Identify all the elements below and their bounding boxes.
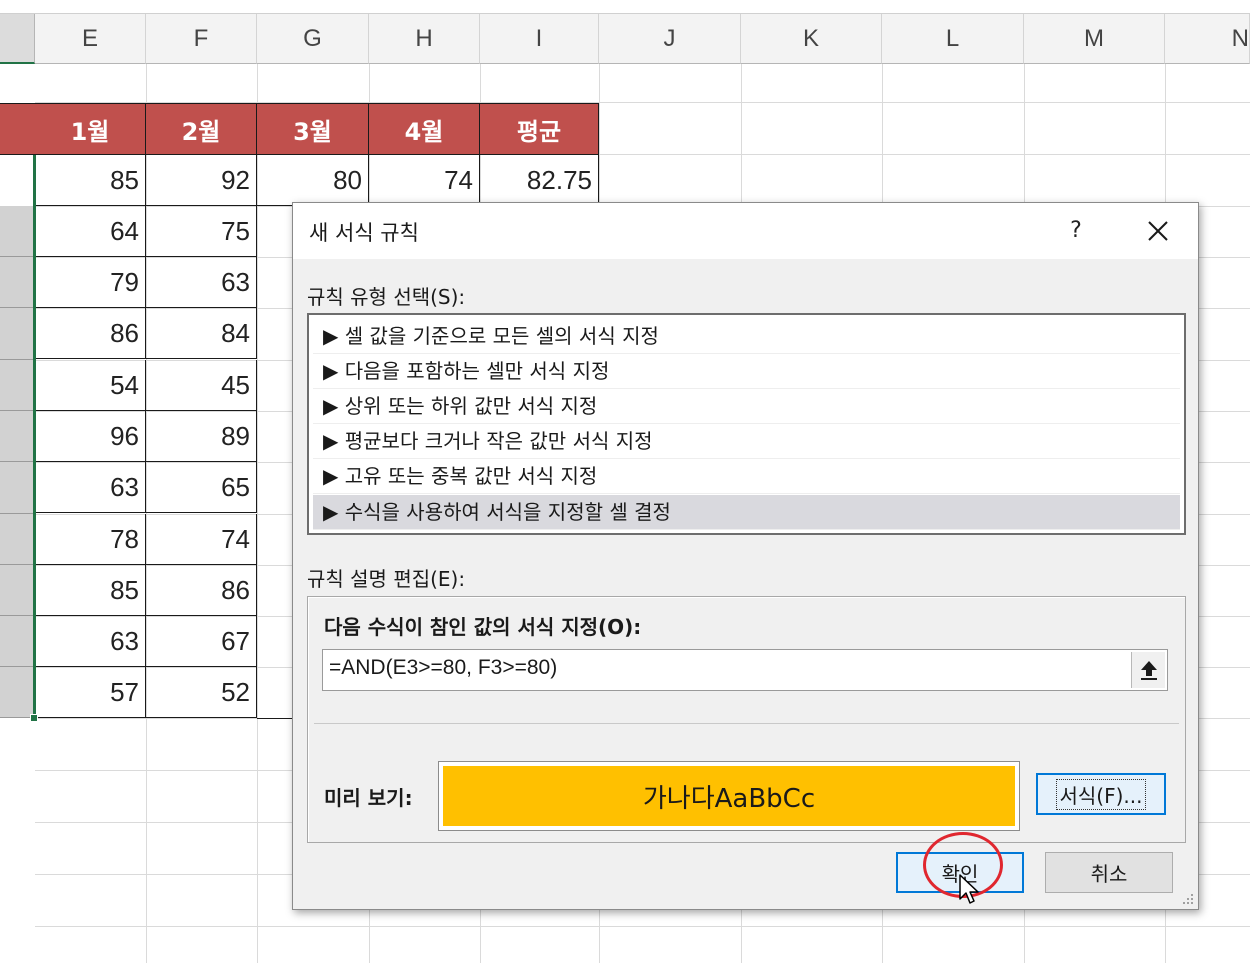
column-header-k[interactable]: K (741, 14, 882, 64)
column-header-g[interactable]: G (257, 14, 369, 64)
table-cell[interactable]: 74 (146, 514, 257, 565)
table-cell[interactable]: 82.75 (480, 155, 599, 206)
row-header[interactable] (0, 411, 34, 462)
preview-sample: 가나다AaBbCc (443, 766, 1015, 826)
column-header-h[interactable]: H (369, 14, 480, 64)
rule-type-item[interactable]: ▶ 평균보다 크거나 작은 값만 서식 지정 (313, 424, 1180, 459)
row-header[interactable] (0, 514, 34, 565)
new-formatting-rule-dialog: 새 서식 규칙 ? 규칙 유형 선택(S): ▶ 셀 값을 기준으로 모든 셀의… (292, 202, 1199, 910)
table-cell[interactable]: 63 (35, 616, 146, 667)
table-cell-occluded (257, 206, 297, 719)
table-header-cell[interactable]: 평균 (480, 103, 599, 155)
rule-type-item[interactable]: ▶ 셀 값을 기준으로 모든 셀의 서식 지정 (313, 319, 1180, 354)
rule-type-item[interactable]: ▶ 상위 또는 하위 값만 서식 지정 (313, 389, 1180, 424)
fill-handle[interactable] (30, 714, 38, 722)
rule-type-label: 규칙 유형 선택(S): (307, 285, 466, 309)
table-cell[interactable]: 74 (369, 155, 480, 206)
format-button[interactable]: 서식(F)... (1036, 773, 1166, 815)
collapse-dialog-button[interactable] (1131, 652, 1165, 688)
table-cell[interactable]: 85 (35, 565, 146, 616)
table-cell[interactable]: 67 (146, 616, 257, 667)
dialog-titlebar[interactable]: 새 서식 규칙 ? (293, 203, 1198, 259)
rule-description-panel: 다음 수식이 참인 값의 서식 지정(O): =AND(E3>=80, F3>=… (307, 596, 1186, 843)
table-cell[interactable]: 78 (35, 514, 146, 565)
table-cell[interactable]: 57 (35, 667, 146, 718)
column-header-e[interactable]: E (35, 14, 146, 64)
separator (314, 723, 1179, 724)
table-cell[interactable]: 96 (35, 411, 146, 462)
rule-type-list[interactable]: ▶ 셀 값을 기준으로 모든 셀의 서식 지정 ▶ 다음을 포함하는 셀만 서식… (307, 313, 1186, 535)
rule-type-item[interactable]: ▶ 다음을 포함하는 셀만 서식 지정 (313, 354, 1180, 389)
row-header[interactable] (0, 462, 34, 514)
table-cell[interactable]: 86 (146, 565, 257, 616)
column-header-i[interactable]: I (480, 14, 599, 64)
table-cell[interactable]: 65 (146, 462, 257, 513)
dialog-title: 새 서식 규칙 (309, 221, 419, 245)
table-header-cell[interactable]: 2월 (146, 103, 257, 155)
table-cell[interactable]: 89 (146, 411, 257, 462)
rule-description-label: 규칙 설명 편집(E): (307, 567, 466, 591)
table-header-cell[interactable]: 3월 (257, 103, 369, 155)
rule-type-item[interactable]: ▶ 고유 또는 중복 값만 서식 지정 (313, 459, 1180, 494)
preview-label: 미리 보기: (324, 786, 413, 810)
column-header-j[interactable]: J (599, 14, 741, 64)
column-header-n[interactable]: N (1165, 14, 1250, 64)
table-cell[interactable]: 86 (35, 308, 146, 359)
preview-box: 가나다AaBbCc (438, 761, 1020, 831)
table-cell[interactable]: 45 (146, 360, 257, 411)
header-cell-left[interactable] (0, 103, 35, 155)
row-header[interactable] (0, 667, 34, 718)
row-header[interactable] (0, 565, 34, 616)
table-cell[interactable]: 63 (146, 257, 257, 308)
rule-type-item-selected[interactable]: ▶ 수식을 사용하여 서식을 지정할 셀 결정 (313, 495, 1180, 530)
format-button-label: 서식(F)... (1055, 778, 1147, 810)
cancel-button[interactable]: 취소 (1045, 852, 1173, 893)
row-header[interactable] (0, 206, 34, 257)
table-header-cell[interactable]: 4월 (369, 103, 480, 155)
table-header-cell[interactable]: 1월 (35, 103, 146, 155)
table-cell[interactable]: 52 (146, 667, 257, 718)
table-cell[interactable]: 79 (35, 257, 146, 308)
mouse-cursor-icon (959, 874, 979, 904)
row-header[interactable] (0, 616, 34, 667)
formula-input[interactable]: =AND(E3>=80, F3>=80) (322, 649, 1168, 691)
column-header-l[interactable]: L (882, 14, 1024, 64)
table-cell[interactable]: 80 (257, 155, 369, 206)
row-header[interactable] (0, 308, 34, 360)
help-button[interactable]: ? (1061, 213, 1091, 249)
close-icon[interactable] (1138, 211, 1178, 251)
table-cell[interactable]: 54 (35, 360, 146, 411)
column-header-f[interactable]: F (146, 14, 257, 64)
table-cell[interactable]: 85 (35, 155, 146, 206)
column-headers: E F G H I J K L M N (0, 14, 1250, 64)
formula-value: =AND(E3>=80, F3>=80) (329, 656, 558, 679)
column-header-m[interactable]: M (1024, 14, 1165, 64)
selection-border (33, 155, 36, 719)
formula-heading: 다음 수식이 참인 값의 서식 지정(O): (324, 615, 642, 639)
toolbar-strip (0, 0, 1250, 14)
table-cell[interactable]: 64 (35, 206, 146, 257)
upload-arrow-icon (1140, 661, 1157, 680)
table-cell[interactable]: 84 (146, 308, 257, 359)
row-header[interactable] (0, 360, 34, 411)
table-cell[interactable]: 75 (146, 206, 257, 257)
row-header[interactable] (0, 257, 34, 308)
table-cell[interactable]: 92 (146, 155, 257, 206)
resize-grip-icon[interactable] (1181, 892, 1195, 906)
table-cell[interactable]: 63 (35, 462, 146, 513)
